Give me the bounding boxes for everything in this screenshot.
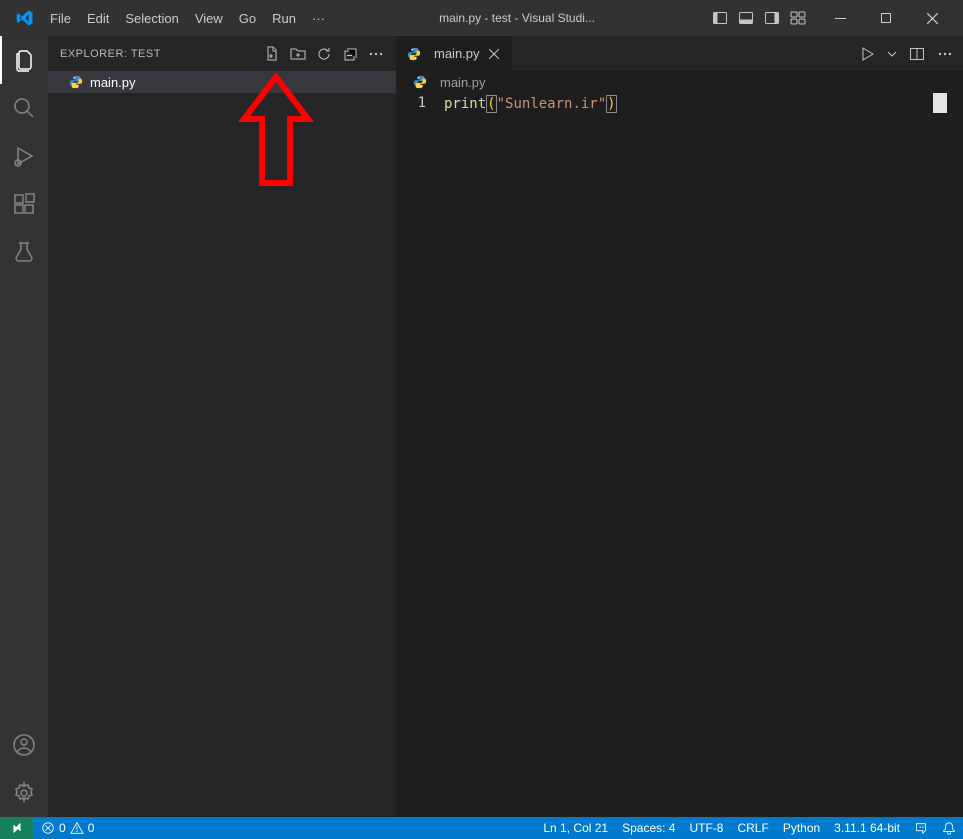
- activity-explorer-icon[interactable]: [0, 36, 48, 84]
- code-editor[interactable]: 1 print("Sunlearn.ir"): [396, 93, 963, 817]
- error-icon: [41, 821, 55, 835]
- menu-edit[interactable]: Edit: [79, 0, 117, 36]
- feedback-icon[interactable]: [907, 817, 935, 839]
- explorer-header: EXPLORER: TEST: [48, 36, 396, 71]
- menu-selection[interactable]: Selection: [117, 0, 186, 36]
- python-interpreter-status[interactable]: 3.11.1 64-bit: [827, 817, 907, 839]
- new-file-icon[interactable]: [264, 46, 280, 62]
- code-line-1: print("Sunlearn.ir"): [444, 95, 963, 113]
- editor-more-icon[interactable]: [937, 46, 953, 62]
- menu-go[interactable]: Go: [231, 0, 264, 36]
- tab-main-py[interactable]: main.py: [396, 36, 513, 71]
- split-editor-icon[interactable]: [909, 46, 925, 62]
- encoding-status[interactable]: UTF-8: [682, 817, 730, 839]
- tab-label: main.py: [434, 46, 480, 61]
- activity-search-icon[interactable]: [0, 84, 48, 132]
- python-file-icon: [68, 74, 84, 90]
- menu-bar: File Edit Selection View Go Run ···: [42, 0, 333, 36]
- line-number-gutter: 1: [396, 93, 444, 817]
- line-number: 1: [396, 95, 426, 111]
- cursor-position-status[interactable]: Ln 1, Col 21: [536, 817, 615, 839]
- error-count: 0: [59, 821, 66, 835]
- file-name-label: main.py: [90, 75, 136, 90]
- activity-settings-icon[interactable]: [0, 769, 48, 817]
- activity-account-icon[interactable]: [0, 721, 48, 769]
- activity-run-debug-icon[interactable]: [0, 132, 48, 180]
- tab-bar: main.py: [396, 36, 963, 71]
- warning-icon: [70, 821, 84, 835]
- overview-ruler[interactable]: [935, 93, 949, 817]
- run-dropdown-icon[interactable]: [887, 49, 897, 59]
- maximize-button[interactable]: [863, 0, 909, 36]
- remote-indicator-icon[interactable]: [0, 817, 34, 839]
- vscode-logo-icon: [16, 9, 34, 27]
- indentation-status[interactable]: Spaces: 4: [615, 817, 682, 839]
- status-bar: 0 0 Ln 1, Col 21 Spaces: 4 UTF-8 CRLF Py…: [0, 817, 963, 839]
- toggle-primary-sidebar-icon[interactable]: [709, 7, 731, 29]
- editor-group: main.py: [396, 36, 963, 817]
- breadcrumb-file: main.py: [440, 75, 486, 90]
- title-bar: File Edit Selection View Go Run ··· main…: [0, 0, 963, 36]
- activity-bar: [0, 36, 48, 817]
- problems-status[interactable]: 0 0: [34, 817, 101, 839]
- python-file-icon: [406, 46, 422, 62]
- menu-overflow[interactable]: ···: [304, 0, 333, 36]
- menu-file[interactable]: File: [42, 0, 79, 36]
- explorer-sidebar: EXPLORER: TEST: [48, 36, 396, 817]
- breadcrumb[interactable]: main.py: [396, 71, 963, 93]
- more-actions-icon[interactable]: [368, 46, 384, 62]
- activity-testing-icon[interactable]: [0, 228, 48, 276]
- scrollbar-thumb[interactable]: [933, 93, 947, 113]
- file-item-main-py[interactable]: main.py: [48, 71, 396, 93]
- explorer-title: EXPLORER: TEST: [60, 48, 264, 60]
- toggle-panel-icon[interactable]: [735, 7, 757, 29]
- warning-count: 0: [88, 821, 95, 835]
- close-button[interactable]: [909, 0, 955, 36]
- run-file-icon[interactable]: [859, 46, 875, 62]
- refresh-icon[interactable]: [316, 46, 332, 62]
- new-folder-icon[interactable]: [290, 46, 306, 62]
- window-title: main.py - test - Visual Studi...: [333, 11, 701, 25]
- layout-controls: [701, 7, 817, 29]
- window-controls: [817, 0, 955, 36]
- collapse-all-icon[interactable]: [342, 46, 358, 62]
- tab-close-icon[interactable]: [486, 46, 502, 62]
- menu-view[interactable]: View: [187, 0, 231, 36]
- notifications-icon[interactable]: [935, 817, 963, 839]
- customize-layout-icon[interactable]: [787, 7, 809, 29]
- toggle-secondary-sidebar-icon[interactable]: [761, 7, 783, 29]
- language-mode-status[interactable]: Python: [776, 817, 827, 839]
- minimize-button[interactable]: [817, 0, 863, 36]
- eol-status[interactable]: CRLF: [730, 817, 775, 839]
- python-file-icon: [412, 74, 428, 90]
- menu-run[interactable]: Run: [264, 0, 304, 36]
- activity-extensions-icon[interactable]: [0, 180, 48, 228]
